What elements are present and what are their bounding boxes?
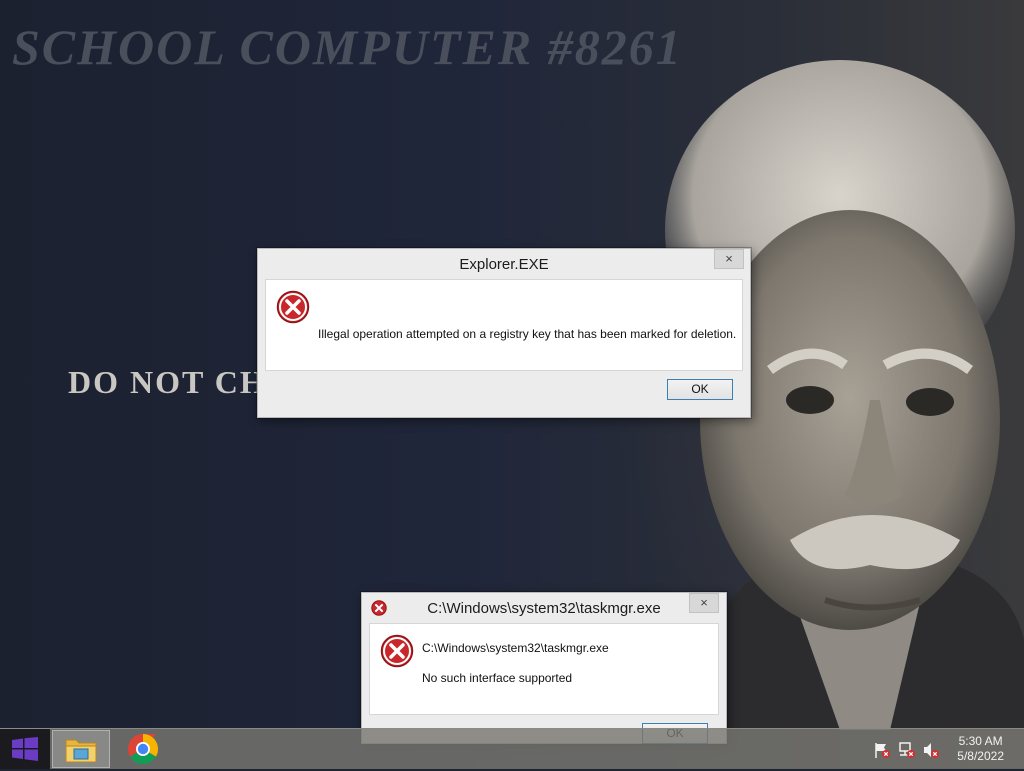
network-icon[interactable]: [898, 741, 916, 759]
dialog-title: Explorer.EXE: [459, 256, 549, 273]
dialog-title: C:\Windows\system32\taskmgr.exe: [427, 600, 661, 617]
clock-date: 5/8/2022: [957, 749, 1004, 763]
error-message: Illegal operation attempted on a registr…: [318, 327, 737, 341]
dialog-message-area: C:\Windows\system32\taskmgr.exe No such …: [369, 623, 719, 715]
dialog-titlebar[interactable]: C:\Windows\system32\taskmgr.exe ×: [362, 593, 726, 623]
taskbar-clock[interactable]: 5:30 AM 5/8/2022: [957, 734, 1004, 764]
ok-button[interactable]: OK: [667, 379, 733, 400]
dialog-titlebar[interactable]: Explorer.EXE ×: [258, 249, 750, 279]
windows-logo-icon: [12, 737, 38, 761]
taskbar-chrome[interactable]: [126, 732, 160, 766]
start-button[interactable]: [0, 729, 50, 769]
dialog-message-area: Illegal operation attempted on a registr…: [265, 279, 743, 371]
error-message: No such interface supported: [422, 671, 573, 685]
taskbar: 5:30 AM 5/8/2022: [0, 728, 1024, 769]
close-button[interactable]: ×: [689, 593, 719, 613]
wallpaper-title: SCHOOL COMPUTER #8261: [12, 19, 683, 75]
close-button[interactable]: ×: [714, 249, 744, 269]
file-explorer-icon: [65, 739, 97, 763]
action-center-flag-icon[interactable]: [873, 741, 891, 759]
error-icon: [276, 290, 310, 324]
error-path: C:\Windows\system32\taskmgr.exe: [422, 641, 609, 655]
taskbar-file-explorer[interactable]: [52, 730, 110, 768]
explorer-error-dialog: Explorer.EXE × Illegal operation attempt…: [257, 248, 751, 418]
taskmgr-error-dialog: C:\Windows\system32\taskmgr.exe × C:\Win…: [361, 592, 727, 744]
error-icon: [380, 634, 414, 668]
volume-muted-icon[interactable]: [922, 741, 940, 759]
clock-time: 5:30 AM: [958, 734, 1003, 748]
chrome-icon: [127, 734, 159, 765]
